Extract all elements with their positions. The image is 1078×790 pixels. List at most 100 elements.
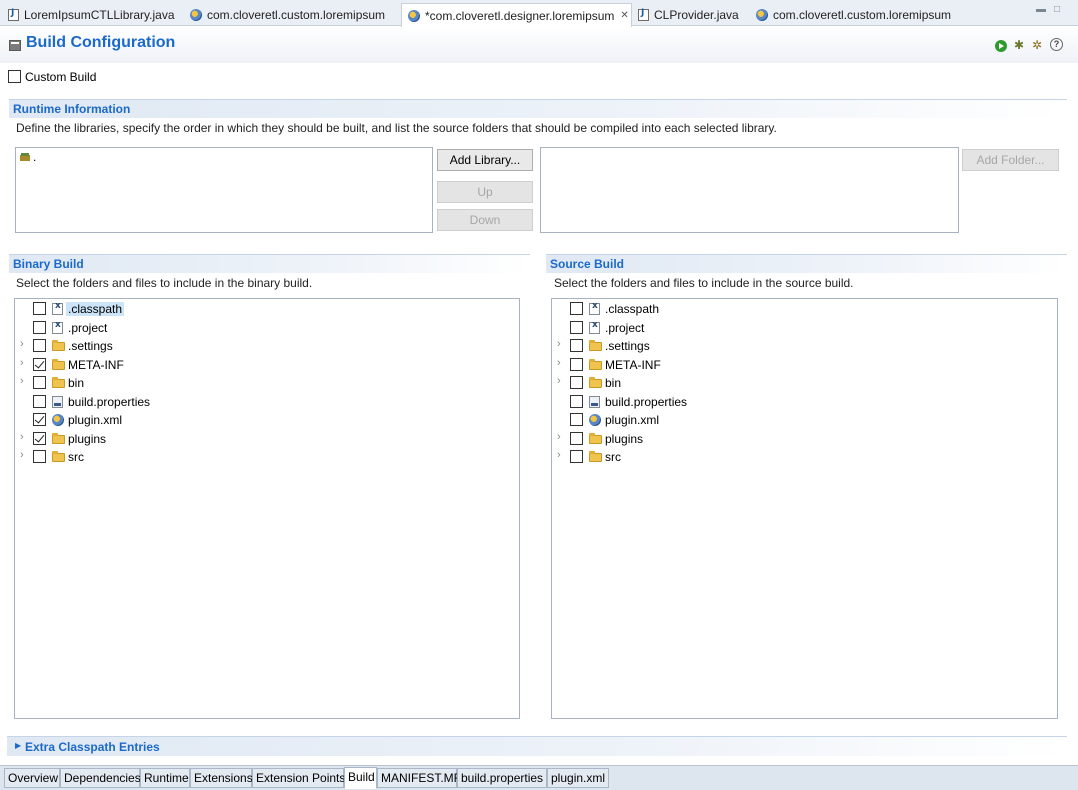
tree-item[interactable]: › META-INF (552, 356, 1057, 374)
library-list[interactable] (15, 147, 433, 233)
tab-plugin-xml[interactable]: plugin.xml (547, 768, 609, 788)
editor-tab-0[interactable]: LoremIpsumCTLLibrary.java (2, 3, 178, 26)
tree-item[interactable]: plugin.xml (552, 411, 1057, 429)
tab-runtime[interactable]: Runtime (140, 768, 190, 788)
expand-chevron-icon[interactable]: › (557, 357, 561, 369)
section-title: Binary Build (13, 257, 84, 271)
up-button[interactable]: Up (437, 181, 533, 203)
tree-item[interactable]: › META-INF (15, 356, 519, 374)
tree-item[interactable]: › .settings (552, 337, 1057, 355)
expand-chevron-icon[interactable]: › (20, 375, 24, 387)
tab-overview[interactable]: Overview (4, 768, 60, 788)
include-checkbox[interactable] (570, 413, 583, 426)
folder-icon (589, 358, 602, 370)
include-checkbox[interactable] (570, 357, 583, 371)
editor-tab-2[interactable]: *com.cloveretl.designer.loremipsum ✕ (401, 3, 632, 27)
tab-extension-points[interactable]: Extension Points (252, 768, 345, 788)
custom-build-checkbox[interactable] (8, 70, 21, 83)
tree-item[interactable]: plugin.xml (15, 411, 519, 429)
include-checkbox[interactable] (570, 376, 583, 389)
tab-build[interactable]: Build (344, 767, 377, 789)
tree-item[interactable]: .classpath (552, 300, 1057, 318)
expand-chevron-icon[interactable]: › (557, 431, 561, 443)
editor-tab-1[interactable]: com.cloveretl.custom.loremipsum (184, 3, 398, 26)
add-library-button[interactable]: Add Library... (437, 149, 533, 171)
page-title: Build Configuration (26, 34, 176, 51)
tree-item[interactable]: .project (15, 319, 519, 337)
tree-item[interactable]: › src (15, 448, 519, 466)
include-checkbox[interactable] (33, 320, 46, 334)
include-checkbox[interactable] (570, 450, 583, 463)
include-checkbox[interactable] (33, 431, 46, 445)
close-tab-icon[interactable]: ✕ (620, 10, 628, 21)
run-icon[interactable] (995, 40, 1007, 52)
expand-chevron-icon[interactable]: › (20, 338, 24, 350)
include-checkbox[interactable] (33, 376, 46, 389)
include-checkbox[interactable] (33, 357, 46, 371)
tree-item-label: .settings (68, 339, 113, 353)
folder-icon (589, 451, 602, 462)
include-checkbox[interactable] (33, 413, 46, 426)
expand-chevron-icon[interactable]: › (20, 449, 24, 461)
tree-item-label: .settings (605, 339, 650, 353)
expand-arrow-icon[interactable]: ▶ (15, 741, 21, 750)
include-checkbox[interactable] (33, 302, 46, 315)
add-folder-button[interactable]: Add Folder... (962, 149, 1059, 171)
tree-item[interactable]: .classpath (15, 300, 519, 318)
java-file-icon (638, 8, 649, 21)
help-icon[interactable]: ? (1050, 38, 1063, 51)
include-checkbox[interactable] (570, 394, 583, 408)
tree-item[interactable]: › bin (15, 374, 519, 392)
include-checkbox[interactable] (33, 394, 46, 408)
extra-classpath-section[interactable]: ▶ Extra Classpath Entries (7, 736, 1067, 756)
debug-icon[interactable]: ✱ (1014, 38, 1026, 52)
expand-chevron-icon[interactable]: › (557, 375, 561, 387)
down-button[interactable]: Down (437, 209, 533, 231)
folder-icon (589, 377, 602, 388)
minimize-icon[interactable]: ▬ (1036, 4, 1046, 15)
maximize-icon[interactable]: □ (1054, 4, 1060, 15)
editor-tab-label: com.cloveretl.custom.loremipsum (773, 7, 952, 22)
tree-item-label: plugin.xml (68, 413, 123, 427)
expand-chevron-icon[interactable]: › (20, 431, 24, 443)
tab-extensions[interactable]: Extensions (190, 768, 253, 788)
tab-build-properties[interactable]: build.properties (457, 768, 547, 788)
tree-item[interactable]: .project (552, 319, 1057, 337)
expand-chevron-icon[interactable]: › (557, 449, 561, 461)
tree-item-label: META-INF (605, 357, 661, 372)
include-checkbox[interactable] (570, 320, 583, 334)
properties-file-icon (589, 395, 600, 408)
tree-item[interactable]: › plugins (15, 430, 519, 448)
source-build-tree[interactable]: .classpath .project › .settings › META-INF › bi… (551, 298, 1058, 719)
export-wizard-icon[interactable]: ✲ (1032, 38, 1044, 52)
tree-item[interactable]: › bin (552, 374, 1057, 392)
editor-tab-label: com.cloveretl.custom.loremipsum (207, 7, 386, 22)
folder-icon (52, 377, 65, 388)
tree-item-label: plugin.xml (605, 413, 660, 427)
source-build-description: Select the folders and files to include … (554, 276, 854, 290)
expand-chevron-icon[interactable]: › (557, 338, 561, 350)
xml-file-icon (52, 320, 63, 334)
include-checkbox[interactable] (33, 339, 46, 352)
library-item[interactable]: . (33, 150, 36, 164)
expand-chevron-icon[interactable]: › (20, 357, 24, 369)
binary-build-tree[interactable]: .classpath .project › .settings › META-INF › bi… (14, 298, 520, 719)
tab-manifest-mf[interactable]: MANIFEST.MF (377, 768, 461, 788)
editor-tab-3[interactable]: CLProvider.java (632, 3, 750, 26)
tree-item[interactable]: › plugins (552, 430, 1057, 448)
tree-item[interactable]: › .settings (15, 337, 519, 355)
editor-tab-label: CLProvider.java (654, 7, 739, 22)
tree-item-label: .classpath (66, 302, 125, 316)
include-checkbox[interactable] (33, 450, 46, 463)
editor-tab-4[interactable]: com.cloveretl.custom.loremipsum (750, 3, 960, 26)
tree-item[interactable]: › src (552, 448, 1057, 466)
tab-dependencies[interactable]: Dependencies (60, 768, 141, 788)
include-checkbox[interactable] (570, 431, 583, 445)
tree-item-label: plugins (605, 431, 644, 446)
library-icon (20, 153, 32, 162)
tree-item[interactable]: build.properties (15, 393, 519, 411)
source-folder-list[interactable] (540, 147, 959, 233)
include-checkbox[interactable] (570, 339, 583, 352)
include-checkbox[interactable] (570, 302, 583, 315)
tree-item[interactable]: build.properties (552, 393, 1057, 411)
